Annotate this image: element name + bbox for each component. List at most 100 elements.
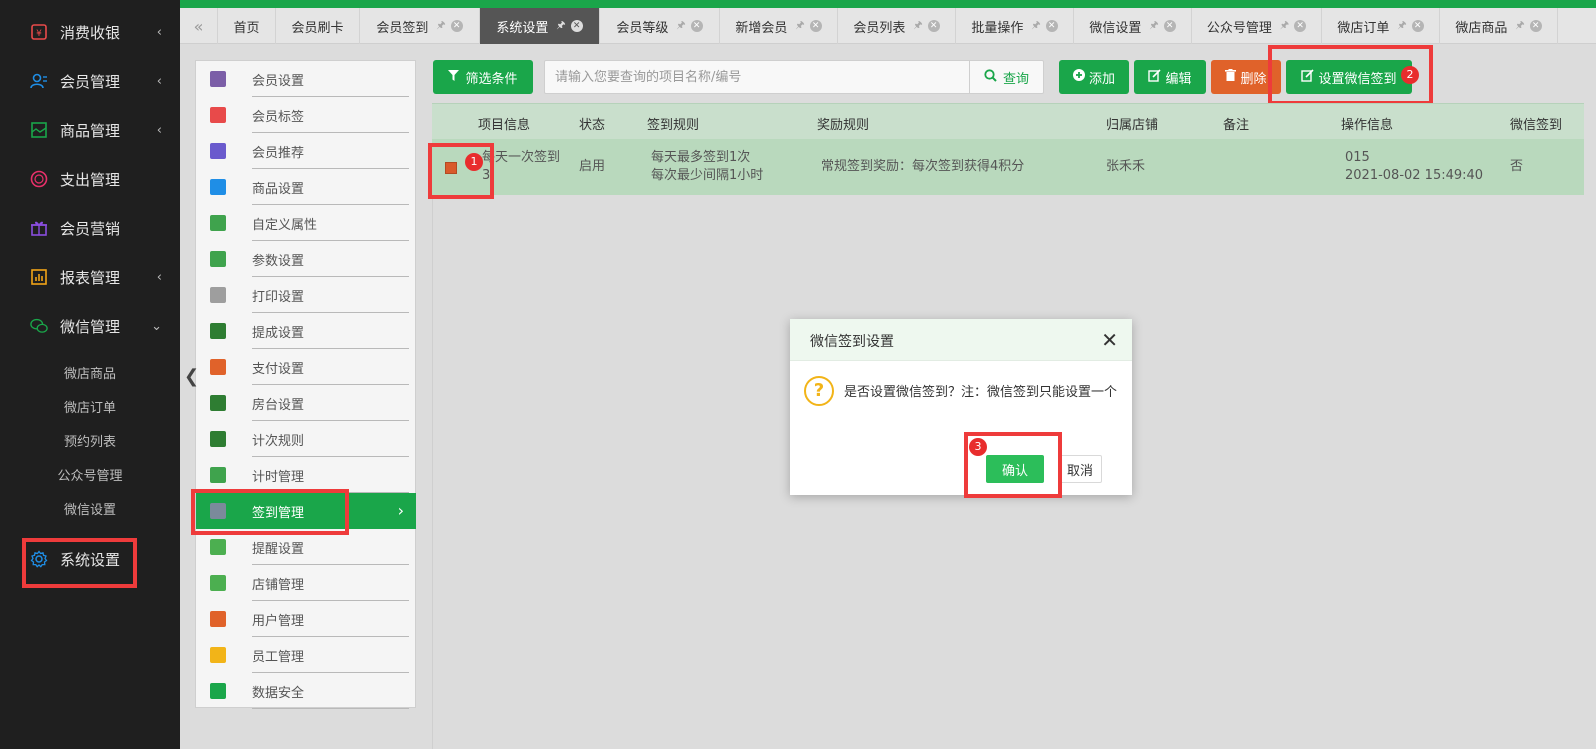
tab-official-account[interactable]: 公众号管理 🖈 ✕ (1192, 8, 1322, 44)
tab-home[interactable]: 首页 (218, 8, 276, 44)
close-icon[interactable]: ✕ (1101, 328, 1118, 352)
search-input[interactable] (555, 61, 955, 93)
tab-add-member[interactable]: 新增会员 🖈 ✕ (720, 8, 838, 44)
settings-menu-item[interactable]: 计次规则 (196, 421, 416, 457)
nav-label: 报表管理 (60, 268, 121, 287)
nav-item-system-settings[interactable]: 系统设置 (0, 539, 180, 579)
pin-icon[interactable]: 🖈 (436, 18, 445, 35)
row-checkbox[interactable] (445, 162, 457, 174)
settings-menu-item[interactable]: 员工管理 (196, 637, 416, 673)
nav-item-expense[interactable]: 支出管理 (0, 159, 180, 199)
menu-item-label: 自定义属性 (252, 218, 318, 233)
menu-item-icon (210, 287, 226, 303)
tab-member-card[interactable]: 会员刷卡 (276, 8, 360, 44)
filter-button[interactable]: 筛选条件 (433, 60, 533, 94)
confirm-button[interactable]: 确认 (986, 455, 1044, 483)
pin-icon[interactable]: 🖈 (1280, 18, 1289, 35)
pin-icon[interactable]: 🖈 (1397, 18, 1406, 35)
menu-item-label: 商品设置 (252, 182, 305, 197)
edit-icon (1301, 68, 1315, 86)
settings-menu-item[interactable]: 自定义属性 (196, 205, 416, 241)
tab-label: 新增会员 (735, 20, 788, 36)
pin-icon[interactable]: 🖈 (1031, 18, 1040, 35)
settings-menu-item[interactable]: 提醒设置 (196, 529, 416, 565)
close-icon[interactable]: ✕ (1294, 20, 1307, 32)
settings-menu-item[interactable]: 计时管理 (196, 457, 416, 493)
tab-label: 会员签到 (376, 20, 429, 36)
tab-wechat-settings[interactable]: 微信设置 🖈 ✕ (1074, 8, 1192, 44)
step-badge: 1 (465, 153, 483, 171)
cancel-button[interactable]: 取消 (1058, 455, 1102, 483)
pin-icon[interactable]: 🖈 (556, 18, 565, 35)
close-icon[interactable]: ✕ (1045, 20, 1058, 32)
nav-sub-item[interactable]: 微店订单 (0, 397, 180, 416)
column-header: 微信签到 (1510, 118, 1563, 133)
delete-button[interactable]: 删除 (1211, 60, 1281, 94)
settings-menu-item[interactable]: 会员推荐 (196, 133, 416, 169)
settings-menu-item[interactable]: 用户管理 (196, 601, 416, 637)
table-row[interactable]: 每天一次签到 3 启用 每天最多签到1次 每次最少间隔1小时 常规签到奖励：每次… (432, 139, 1584, 195)
gear-icon (30, 550, 48, 568)
tab-member-list[interactable]: 会员列表 🖈 ✕ (838, 8, 956, 44)
pin-icon[interactable]: 🖈 (795, 18, 804, 35)
filter-label: 筛选条件 (465, 71, 518, 87)
nav-item-cashier[interactable]: ¥ 消费收银 ‹ (0, 12, 180, 52)
search-button[interactable]: 查询 (969, 61, 1043, 93)
pin-icon[interactable]: 🖈 (1515, 18, 1524, 35)
close-icon[interactable]: ✕ (809, 20, 822, 32)
nav-sub-item[interactable]: 微信设置 (0, 499, 180, 518)
settings-menu-item[interactable]: 参数设置 (196, 241, 416, 277)
tab-member-signin[interactable]: 会员签到 🖈 ✕ (360, 8, 480, 44)
tab-member-level[interactable]: 会员等级 🖈 ✕ (600, 8, 720, 44)
menu-item-icon (210, 107, 226, 123)
step-badge: 3 (969, 438, 987, 456)
nav-item-marketing[interactable]: 会员营销 (0, 208, 180, 248)
tab-batch-operation[interactable]: 批量操作 🖈 ✕ (956, 8, 1074, 44)
add-button[interactable]: 添加 (1059, 60, 1129, 94)
edit-button[interactable]: 编辑 (1134, 60, 1206, 94)
menu-item-icon (210, 395, 226, 411)
settings-menu-item[interactable]: 打印设置 (196, 277, 416, 313)
menu-item-label: 会员设置 (252, 74, 305, 89)
dialog-message: 是否设置微信签到？注：微信签到只能设置一个 (844, 385, 1118, 400)
nav-item-member[interactable]: 会员管理 ‹ (0, 61, 180, 101)
tab-label: 会员等级 (616, 20, 669, 36)
settings-menu-item[interactable]: 会员标签 (196, 97, 416, 133)
nav-sub-item[interactable]: 预约列表 (0, 431, 180, 450)
close-icon[interactable]: ✕ (1529, 20, 1542, 32)
nav-item-report[interactable]: 报表管理 ‹ (0, 257, 180, 297)
pin-icon[interactable]: 🖈 (913, 18, 922, 35)
close-icon[interactable]: ✕ (570, 20, 583, 32)
settings-menu-item[interactable]: 商品设置 (196, 169, 416, 205)
settings-menu-item[interactable]: 签到管理 › (196, 493, 416, 529)
menu-item-icon (210, 431, 226, 447)
settings-menu-item[interactable]: 房台设置 (196, 385, 416, 421)
nav-item-wechat[interactable]: 微信管理 ⌄ (0, 306, 180, 346)
tab-shop-products[interactable]: 微店商品 🖈 ✕ (1440, 8, 1558, 44)
menu-item-label: 打印设置 (252, 290, 305, 305)
settings-menu-item[interactable]: 数据安全 (196, 673, 416, 709)
settings-menu-item[interactable]: 店铺管理 (196, 565, 416, 601)
settings-menu-item[interactable]: 提成设置 (196, 313, 416, 349)
collapse-panel-icon[interactable]: ❮ (184, 366, 199, 387)
pin-icon[interactable]: 🖈 (676, 18, 685, 35)
close-icon[interactable]: ✕ (1411, 20, 1424, 32)
tab-scroll-left-button[interactable]: « (180, 8, 218, 44)
settings-menu-item[interactable]: 支付设置 (196, 349, 416, 385)
nav-sub-item[interactable]: 微店商品 (0, 363, 180, 382)
settings-menu-item[interactable]: 会员设置 (196, 61, 416, 97)
nav-sub-item[interactable]: 公众号管理 (0, 465, 180, 484)
menu-item-label: 签到管理 (252, 506, 305, 521)
pin-icon[interactable]: 🖈 (1149, 18, 1158, 35)
menu-item-label: 提醒设置 (252, 542, 305, 557)
nav-item-product[interactable]: 商品管理 ‹ (0, 110, 180, 150)
close-icon[interactable]: ✕ (690, 20, 703, 32)
close-icon[interactable]: ✕ (1163, 20, 1176, 32)
tab-system-settings[interactable]: 系统设置 🖈 ✕ (480, 8, 600, 44)
set-wechat-signin-button[interactable]: 设置微信签到 (1286, 60, 1412, 94)
tab-shop-orders[interactable]: 微店订单 🖈 ✕ (1322, 8, 1440, 44)
close-icon[interactable]: ✕ (927, 20, 940, 32)
close-icon[interactable]: ✕ (450, 20, 463, 32)
dialog-header: 微信签到设置 ✕ (790, 319, 1132, 361)
menu-item-icon (210, 647, 226, 663)
